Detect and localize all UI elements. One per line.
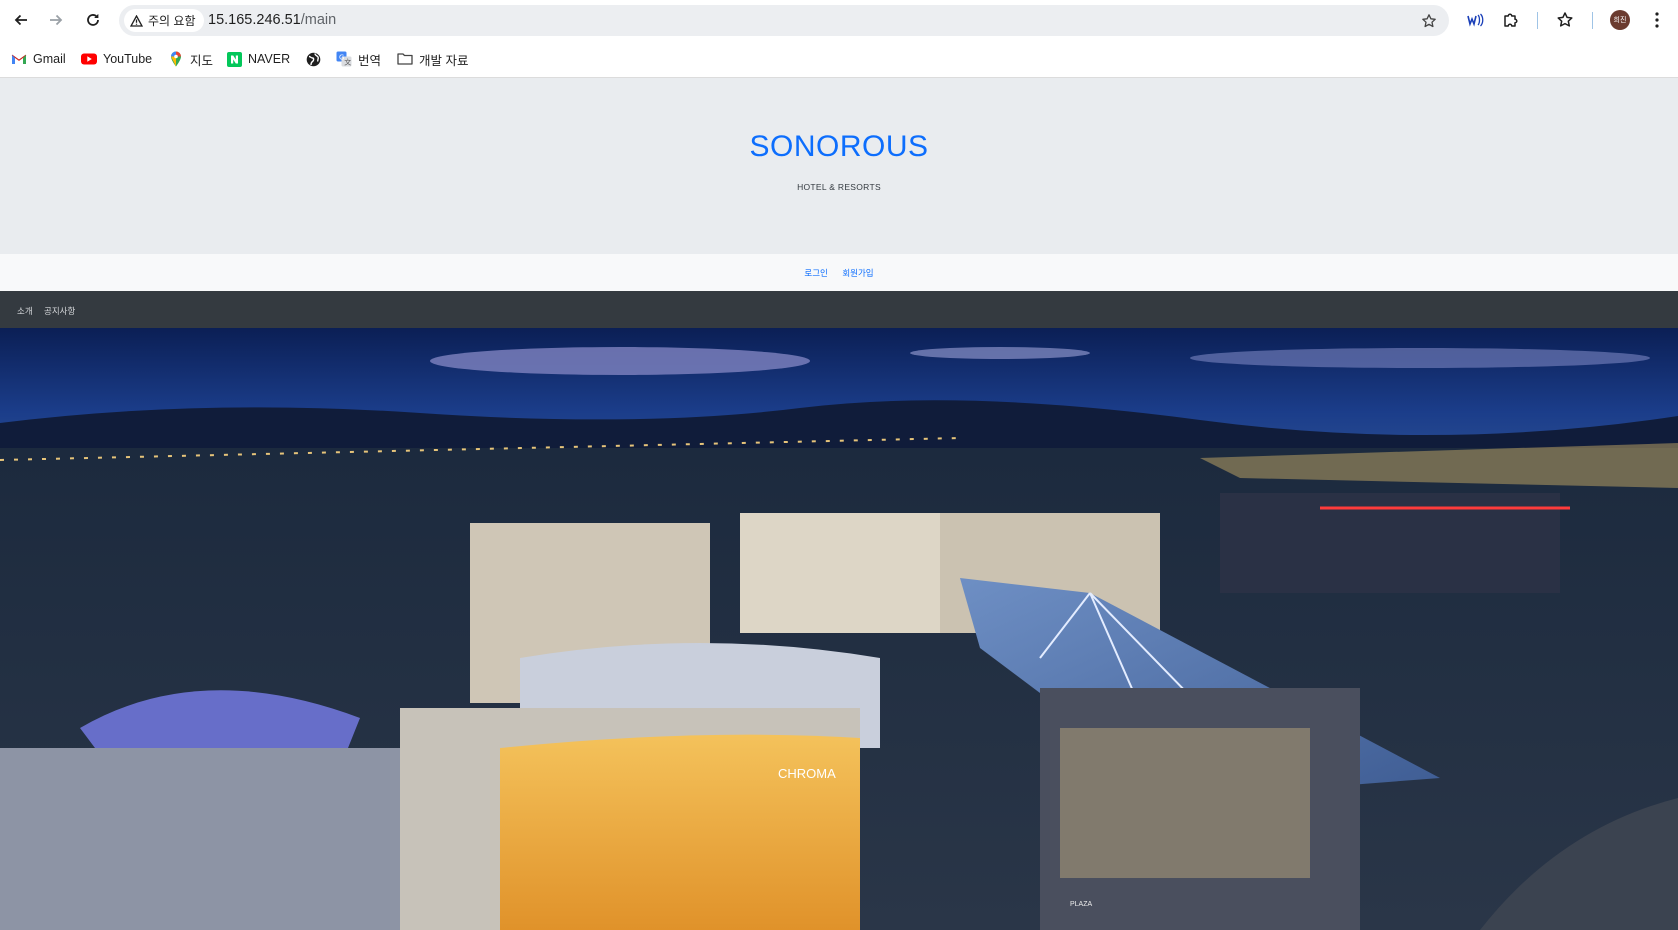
bookmarks-button[interactable] — [1553, 8, 1577, 32]
bookmark-naver[interactable]: NAVER — [226, 49, 290, 69]
browser-menu-button[interactable] — [1645, 8, 1669, 32]
star-list-icon — [1557, 12, 1573, 27]
reload-icon — [87, 14, 99, 26]
resort-night-aerial-photo: CHROMA PLAZA — [0, 328, 1678, 930]
reload-button[interactable] — [81, 8, 105, 32]
chroma-gold-facade — [500, 734, 860, 930]
bookmark-gmail[interactable]: Gmail — [11, 49, 66, 69]
extension-button[interactable] — [1463, 8, 1487, 32]
cloud — [1190, 348, 1650, 368]
nav-item-intro[interactable]: 소개 — [17, 305, 33, 317]
bookmark-folder-dev[interactable]: 개발 자료 — [397, 49, 468, 69]
plaza-sign: PLAZA — [1070, 901, 1093, 908]
star-outline-icon — [1422, 14, 1436, 28]
folder-icon — [397, 51, 413, 67]
extensions-menu-button[interactable] — [1499, 8, 1523, 32]
building-center — [740, 513, 940, 633]
bookmark-maps[interactable]: 지도 — [168, 49, 213, 69]
security-chip[interactable]: 주의 요함 — [124, 9, 204, 32]
maps-pin-icon — [168, 51, 184, 67]
toolbar-divider — [1537, 12, 1538, 29]
low-buildings-left — [0, 748, 400, 930]
back-arrow-icon — [14, 14, 27, 26]
toolbar-divider — [1592, 12, 1593, 29]
main-navbar: 소개 공지사항 — [0, 291, 1678, 328]
forward-arrow-icon — [50, 14, 63, 26]
warning-icon — [130, 14, 143, 27]
wave-extension-icon — [1467, 13, 1484, 27]
site-header: SONOROUS HOTEL & RESORTS — [0, 78, 1678, 254]
login-link[interactable]: 로그인 — [804, 267, 827, 279]
bookmarks-bar: Gmail YouTube 지도 NAVER G文 번역 개발 자료 — [0, 40, 1678, 78]
nav-item-notice[interactable]: 공지사항 — [44, 305, 75, 317]
gmail-icon — [11, 51, 27, 67]
svg-text:文: 文 — [344, 58, 351, 67]
url-path: /main — [300, 12, 337, 28]
address-bar[interactable]: 주의 요함 15.165.246.51/main — [119, 5, 1449, 36]
kebab-menu-icon — [1655, 12, 1659, 28]
bookmark-youtube[interactable]: YouTube — [81, 49, 152, 69]
bookmark-translate[interactable]: G文 번역 — [336, 49, 381, 69]
signup-link[interactable]: 회원가입 — [842, 267, 873, 279]
bookmark-label: 지도 — [190, 53, 214, 68]
bookmark-label: YouTube — [103, 52, 153, 66]
naver-icon — [226, 51, 242, 67]
bookmark-star-button[interactable] — [1417, 9, 1441, 33]
url-host: 15.165.246.51 — [208, 12, 301, 28]
bookmark-globe[interactable] — [305, 49, 321, 69]
forward-button[interactable] — [44, 8, 68, 32]
bookmark-label: 번역 — [358, 53, 382, 68]
hall-glow — [1060, 728, 1310, 878]
puzzle-icon — [1504, 13, 1518, 27]
page-content: SONOROUS HOTEL & RESORTS 로그인 회원가입 소개 공지사… — [0, 78, 1678, 930]
site-tagline: HOTEL & RESORTS — [797, 182, 881, 192]
security-label: 주의 요함 — [148, 14, 196, 28]
cloud — [430, 347, 810, 375]
hero-image: CHROMA PLAZA — [0, 328, 1678, 930]
site-brand[interactable]: SONOROUS — [0, 130, 1678, 164]
url-text[interactable]: 15.165.246.51/main — [208, 12, 336, 28]
youtube-icon — [81, 51, 97, 67]
cloud — [910, 347, 1090, 359]
profile-avatar[interactable]: 희진 — [1610, 10, 1630, 30]
translate-icon: G文 — [336, 51, 352, 67]
browser-toolbar: 주의 요함 15.165.246.51/main 희진 — [0, 0, 1678, 40]
bookmark-label: NAVER — [248, 52, 291, 66]
chroma-sign: CHROMA — [778, 766, 836, 781]
bookmark-label: 개발 자료 — [419, 53, 469, 68]
auth-bar: 로그인 회원가입 — [0, 254, 1678, 291]
back-button[interactable] — [9, 8, 33, 32]
globe-icon — [305, 51, 321, 67]
bookmark-label: Gmail — [33, 52, 66, 66]
